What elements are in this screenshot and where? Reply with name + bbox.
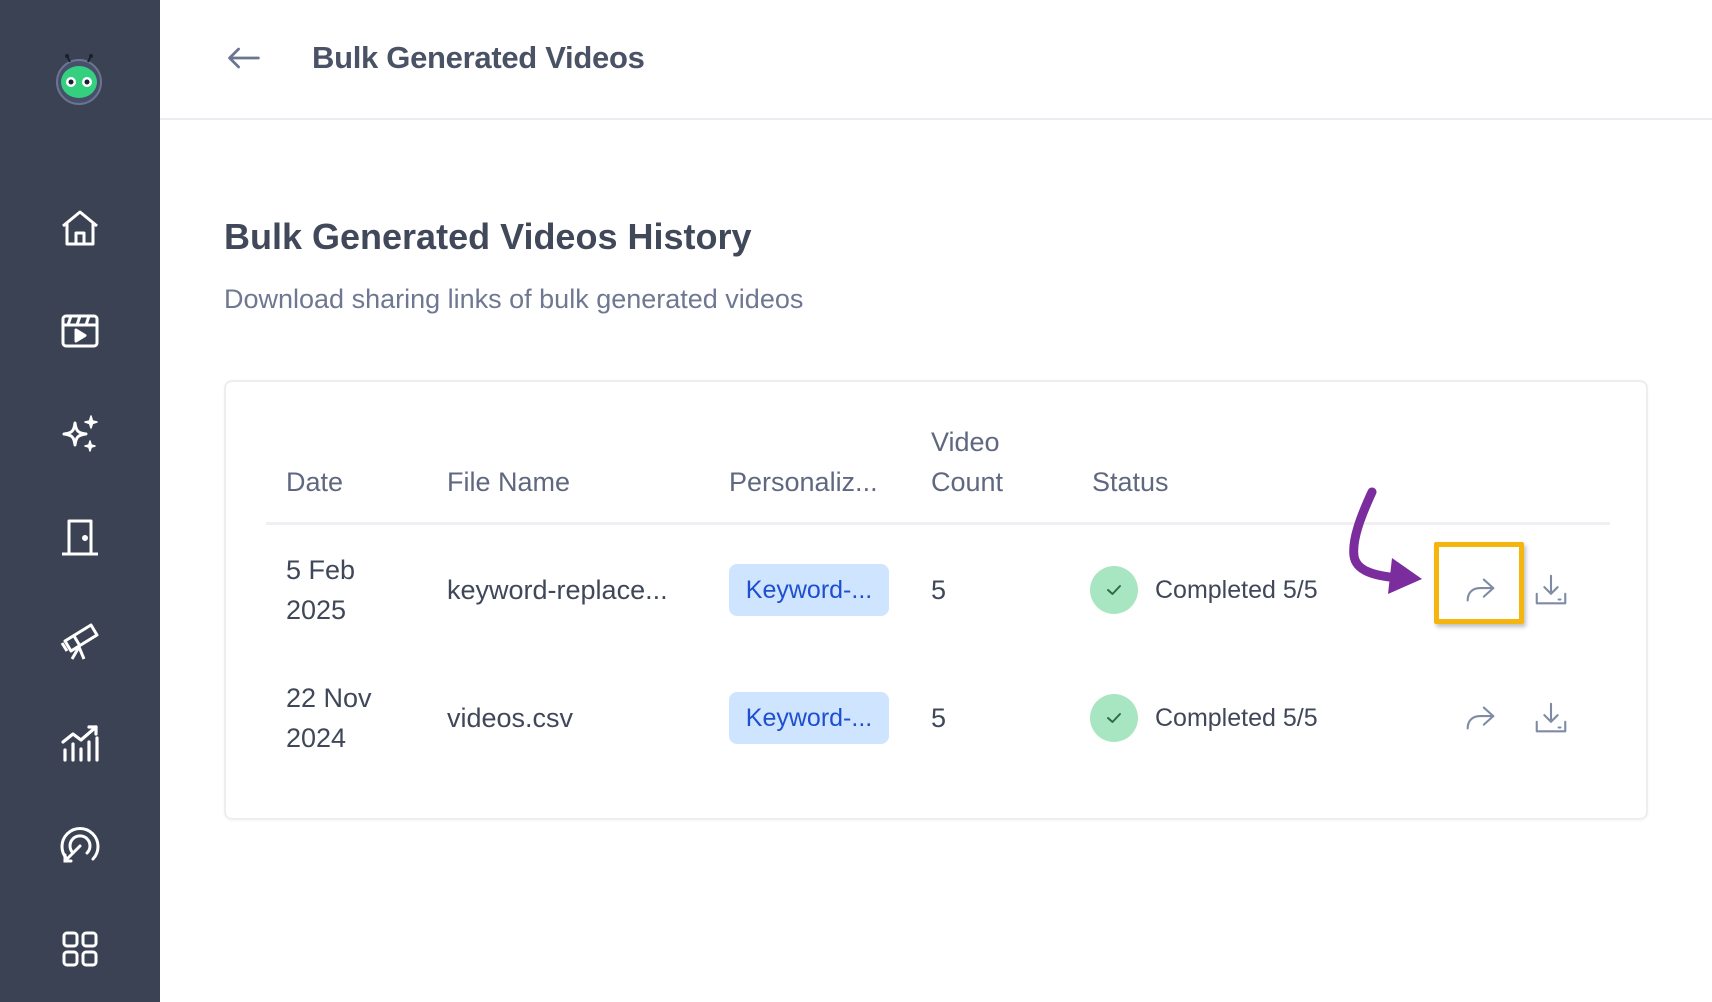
status-badge: Completed 5/5 <box>1090 566 1318 614</box>
arrow-left-icon <box>228 47 260 69</box>
check-icon <box>1090 566 1138 614</box>
share-highlight-box <box>1434 542 1524 624</box>
row-date: 22 Nov 2024 <box>286 678 372 758</box>
column-header-video-count[interactable]: Video Count <box>931 422 1003 502</box>
column-header-personalization[interactable]: Personaliz... <box>729 462 878 502</box>
row-file-name: videos.csv <box>447 703 574 733</box>
status-badge: Completed 5/5 <box>1090 694 1318 742</box>
target-icon <box>60 827 100 863</box>
column-header-date[interactable]: Date <box>286 462 343 502</box>
header-title: Bulk Generated Videos <box>312 40 645 75</box>
check-icon <box>1090 694 1138 742</box>
sidebar-item-rooms[interactable] <box>55 512 105 562</box>
sidebar-item-ai[interactable] <box>55 409 105 459</box>
sidebar-item-discover[interactable] <box>55 615 105 665</box>
sidebar-item-apps[interactable] <box>55 924 105 974</box>
row-date-day: 5 Feb <box>286 555 356 585</box>
clapperboard-icon <box>61 314 99 348</box>
share-icon <box>1466 706 1495 730</box>
annotation-arrow-icon <box>1349 487 1422 594</box>
personalization-badge[interactable]: Keyword-... <box>729 692 889 744</box>
door-icon <box>62 519 98 556</box>
personalization-badge[interactable]: Keyword-... <box>729 564 889 616</box>
download-icon <box>1535 574 1567 605</box>
status-text: Completed 5/5 <box>1155 575 1318 604</box>
share-button[interactable] <box>1456 694 1504 742</box>
back-button[interactable] <box>220 36 268 80</box>
sidebar-item-home[interactable] <box>55 203 105 253</box>
grid-icon <box>62 931 98 967</box>
row-video-count: 5 <box>931 703 947 733</box>
download-icon <box>1535 702 1567 733</box>
column-header-file-name[interactable]: File Name <box>447 462 570 502</box>
sparkles-icon <box>62 415 98 452</box>
column-header-status[interactable]: Status <box>1092 462 1169 502</box>
row-date: 5 Feb 2025 <box>286 550 355 630</box>
row-date-year: 2025 <box>286 595 347 625</box>
home-icon <box>62 210 98 246</box>
sidebar-item-analytics[interactable] <box>55 718 105 768</box>
sidebar-item-videos[interactable] <box>55 306 105 356</box>
telescope-icon <box>60 623 99 660</box>
download-button[interactable] <box>1527 694 1575 742</box>
page-subtitle: Download sharing links of bulk generated… <box>224 284 804 314</box>
top-header: Bulk Generated Videos <box>160 0 1712 120</box>
row-video-count: 5 <box>931 575 947 605</box>
column-header-video-count-line2: Count <box>931 467 1004 497</box>
analytics-icon <box>61 725 99 762</box>
row-date-day: 22 Nov <box>286 683 372 713</box>
sidebar-item-engagement[interactable] <box>55 821 105 871</box>
download-button[interactable] <box>1527 566 1575 614</box>
status-text: Completed 5/5 <box>1155 703 1318 732</box>
sidebar <box>0 0 160 1002</box>
row-date-year: 2024 <box>286 723 347 753</box>
robot-logo-icon[interactable] <box>52 52 106 106</box>
page-title: Bulk Generated Videos History <box>224 216 752 257</box>
row-file-name: keyword-replace... <box>447 575 668 605</box>
column-header-video-count-line1: Video <box>931 427 1000 457</box>
